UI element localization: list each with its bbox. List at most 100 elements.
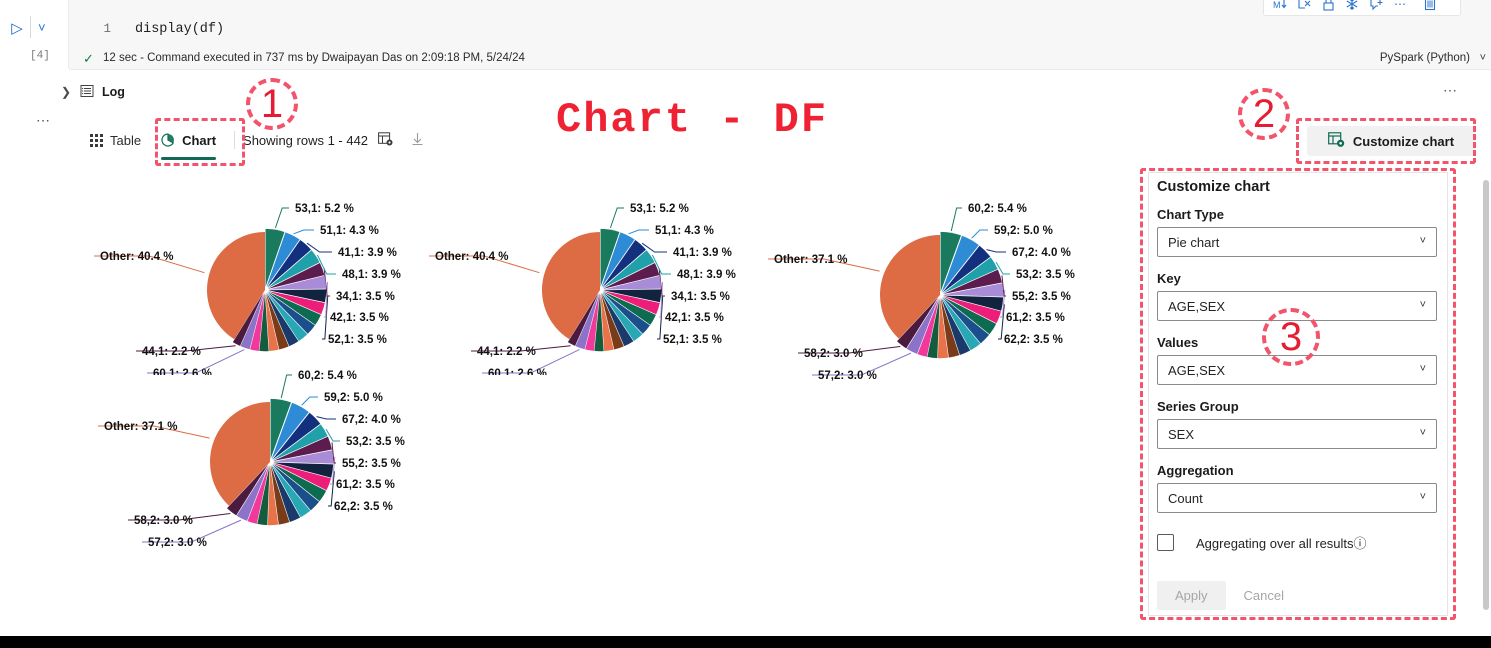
aggregating-over-all-results-row[interactable]: Aggregating over all resultsⓘ [1157,533,1367,552]
aggregation-select[interactable]: Count ˅ [1157,483,1437,513]
pie-slice-label: 59,2: 5.0 % [994,225,1053,237]
log-list-icon [80,84,94,101]
download-icon[interactable] [411,132,424,149]
aggregation-value: Count [1168,490,1203,506]
aggregating-checkbox[interactable] [1157,534,1174,551]
pie-slice-label: 42,1: 3.5 % [330,312,389,324]
field-key: Key AGE,SEX ˅ [1149,271,1447,321]
pie-leader-line [971,229,988,239]
pie-slice-label: 67,2: 4.0 % [1012,247,1071,259]
cell-status-row: ✓ 12 sec - Command executed in 737 ms by… [69,50,1491,70]
field-series-group-label: Series Group [1157,399,1239,414]
log-section[interactable]: ❯ Log [60,80,125,104]
pie-chart-3: 60,2: 5.4 % 59,2: 5.0 % 67,2: 4.0 % 53,2: 3… [750,185,1110,385]
cell-gutter: ▷ ˅ [4] [0,0,68,80]
table-settings-icon[interactable] [378,131,393,149]
cancel-button[interactable]: Cancel [1232,581,1296,610]
pie-slice-label: Other: 37.1 % [104,421,178,433]
values-select[interactable]: AGE,SEX ˅ [1157,355,1437,385]
pie-slice-label: 62,2: 3.5 % [1004,334,1063,346]
code-text[interactable]: display(df) [135,22,224,37]
field-aggregation-label: Aggregation [1157,463,1234,478]
pie-chart-2: 53,1: 5.2 % 51,1: 4.3 % 41,1: 3.9 % 48,1: 3… [415,185,775,375]
panel-title: Customize chart [1157,179,1270,195]
field-aggregation: Aggregation Count ˅ [1149,463,1447,513]
tab-table[interactable]: Table [80,130,151,151]
pie-slice-label: 53,2: 3.5 % [346,436,405,448]
pie-slice [207,232,265,340]
aggregating-checkbox-label: Aggregating over all resultsⓘ [1196,536,1367,551]
showing-rows-label: Showing rows 1 - 442 [243,132,369,148]
table-icon [90,133,103,147]
pie-slice-label: 60,2: 5.4 % [298,370,357,382]
active-tab-underline [161,156,217,160]
chevron-down-icon[interactable]: ˅ [38,20,46,36]
output-more-options-right-icon[interactable]: ⋯ [1443,82,1459,99]
chevron-right-icon[interactable]: ❯ [60,85,72,99]
pie-slice-label: 42,1: 3.5 % [665,312,724,324]
pie-leader-line [306,242,332,253]
pie-slice-label: 58,2: 3.0 % [804,348,863,360]
pie-slice-label: 53,1: 5.2 % [295,203,354,215]
gutter-divider [30,16,31,38]
lock-icon[interactable] [1317,0,1339,14]
markdown-icon[interactable]: M [1269,0,1291,14]
bottom-bar [0,636,1491,648]
pie-slice-label: 52,1: 3.5 % [663,334,722,346]
pie-slice-label: 57,2: 3.0 % [818,370,877,382]
pie-leader-line [293,229,314,235]
kernel-selector-label[interactable]: PySpark (Python) [1380,52,1470,64]
series-group-select[interactable]: SEX ˅ [1157,419,1437,449]
annotation-circle-2: 2 [1238,88,1290,140]
pie-leader-line [274,207,289,229]
more-options-icon[interactable]: ⋯ [1389,0,1411,14]
log-label: Log [102,85,125,99]
tab-chart[interactable]: Chart [151,130,226,160]
cell-status-text: 12 sec - Command executed in 737 ms by D… [103,52,525,64]
pie-chart-4: 60,2: 5.4 % 59,2: 5.0 % 67,2: 4.0 % 53,2: 3… [80,352,440,552]
pie-slice-label: 34,1: 3.5 % [671,291,730,303]
field-chart-type-label: Chart Type [1157,207,1224,222]
pie-slice-label: 41,1: 3.9 % [338,247,397,259]
pie-leader-line [986,249,1006,253]
pie-leader-line [316,416,336,420]
pie-leader-line [301,396,318,406]
pie-chart-4-svg: 60,2: 5.4 % 59,2: 5.0 % 67,2: 4.0 % 53,2: 3… [98,370,405,549]
clear-output-icon[interactable] [1293,0,1315,14]
apply-button[interactable]: Apply [1157,581,1226,610]
pie-slice-label: 53,2: 3.5 % [1016,269,1075,281]
chart-type-select[interactable]: Pie chart ˅ [1157,227,1437,257]
freeze-icon[interactable] [1341,0,1363,14]
pie-slice-label: 58,2: 3.0 % [134,515,193,527]
pie-slice-label: 44,1: 2.2 % [477,346,536,358]
chart-type-value: Pie chart [1168,234,1220,250]
tab-chart-label: Chart [182,132,217,148]
pie-chart-1-svg: 53,1: 5.2 % 51,1: 4.3 % 41,1: 3.9 % 48,1: 3… [94,203,401,375]
delete-icon[interactable] [1419,0,1441,14]
field-key-label: Key [1157,271,1181,286]
run-cell-icon[interactable]: ▷ [8,20,26,38]
pie-slice-label: 52,1: 3.5 % [328,334,387,346]
pie-slice-label: 57,2: 3.0 % [148,537,207,549]
series-group-value: SEX [1168,426,1195,442]
pie-chart-3-svg: 60,2: 5.4 % 59,2: 5.0 % 67,2: 4.0 % 53,2: 3… [768,203,1075,382]
vertical-scrollbar[interactable] [1483,180,1489,610]
customize-chart-button[interactable]: Customize chart [1307,126,1475,156]
add-comment-icon[interactable] [1365,0,1387,14]
tab-table-label: Table [110,132,142,148]
key-select[interactable]: AGE,SEX ˅ [1157,291,1437,321]
field-values-label: Values [1157,335,1199,350]
pie-slice-label: 55,2: 3.5 % [1012,291,1071,303]
pie-slice-label: 60,2: 5.4 % [968,203,1027,215]
chevron-down-icon: ˅ [1419,427,1426,439]
pie-leader-line [641,242,667,253]
cell-toolbar[interactable]: M ⋯ [1263,0,1461,16]
pie-slice-label: Other: 40.4 % [100,251,174,263]
chevron-down-icon[interactable]: ˅ [1480,52,1486,64]
panel-button-row: Apply Cancel [1157,581,1296,610]
chevron-down-icon: ˅ [1419,491,1426,503]
tabbar-divider [234,131,236,149]
pie-chart-icon [161,133,175,147]
svg-text:M: M [1273,0,1281,10]
output-more-options-icon[interactable]: ⋯ [36,112,52,129]
